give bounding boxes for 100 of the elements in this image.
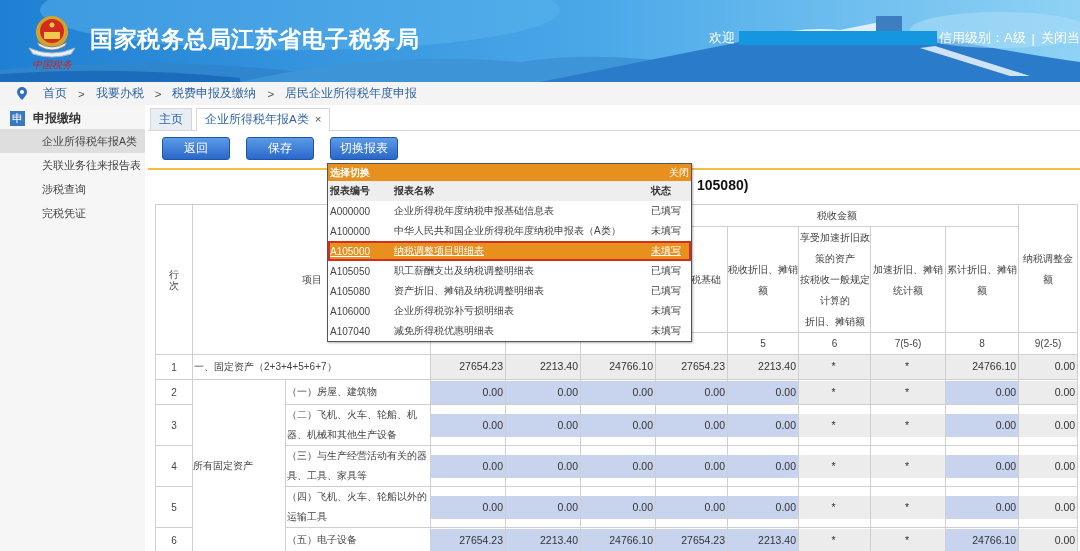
breadcrumb-link[interactable]: 我要办税 bbox=[95, 86, 144, 101]
report-code: A106000 bbox=[330, 305, 372, 317]
section-title: 申报缴纳 bbox=[33, 110, 81, 126]
input-field[interactable]: 0.00 bbox=[728, 380, 798, 404]
input-field[interactable]: 0.00 bbox=[431, 380, 505, 404]
sidebar-item[interactable]: 完税凭证 bbox=[0, 201, 145, 225]
column-header: 5 bbox=[727, 332, 799, 355]
separator: | bbox=[1031, 30, 1035, 46]
input-field[interactable]: 0.00 bbox=[506, 495, 580, 519]
input-field[interactable]: 0.00 bbox=[656, 413, 727, 437]
column-header: 9(2-5) bbox=[1018, 332, 1078, 355]
input-field[interactable]: 0.00 bbox=[656, 454, 727, 478]
input-field[interactable]: 0.00 bbox=[581, 380, 655, 404]
table-cell: 0.00 bbox=[1019, 413, 1078, 437]
input-field[interactable]: 0.00 bbox=[728, 495, 798, 519]
input-field[interactable]: 2213.40 bbox=[728, 528, 798, 551]
column-header: 纳税调整金额 bbox=[1018, 204, 1078, 333]
input-field[interactable]: 27654.23 bbox=[431, 528, 505, 551]
row-number: 4 bbox=[155, 445, 193, 487]
row-label: （二）飞机、火车、轮船、机器、机械和其他生产设备 bbox=[285, 404, 431, 446]
input-field[interactable]: 0.00 bbox=[506, 413, 580, 437]
row-label: （一）房屋、建筑物 bbox=[285, 379, 431, 405]
table-cell: 27654.23 bbox=[431, 355, 505, 379]
table-cell: * bbox=[799, 454, 870, 478]
input-field[interactable]: 0.00 bbox=[946, 413, 1019, 437]
input-field[interactable]: 0.00 bbox=[728, 454, 798, 478]
input-field[interactable]: 0.00 bbox=[656, 495, 727, 519]
column-header: 6 bbox=[798, 332, 871, 355]
input-field[interactable]: 2213.40 bbox=[506, 528, 580, 551]
report-code: A107040 bbox=[330, 325, 372, 337]
input-field[interactable]: 0.00 bbox=[506, 454, 580, 478]
table-cell: 27654.23 bbox=[656, 355, 727, 379]
input-field[interactable]: 0.00 bbox=[946, 380, 1019, 404]
breadcrumb-separator: > bbox=[267, 87, 275, 100]
column-header-line: 折旧、摊销额 bbox=[803, 315, 866, 329]
column-header-line: 享受加速折旧政 bbox=[799, 231, 870, 245]
table-cell: * bbox=[871, 454, 945, 478]
row-label: （三）与生产经营活动有关的器具、工具、家具等 bbox=[285, 445, 431, 487]
column-header: 税收折旧、摊销额 bbox=[727, 226, 799, 333]
logo-text: 中国税务 bbox=[32, 58, 72, 71]
toolbar-button[interactable]: 保存 bbox=[246, 137, 314, 160]
sidebar-item[interactable]: 涉税查询 bbox=[0, 177, 145, 201]
table-cell: * bbox=[871, 355, 945, 379]
column-header-line: 策的资产 bbox=[813, 252, 856, 266]
input-field[interactable]: 0.00 bbox=[431, 495, 505, 519]
row-number: 3 bbox=[155, 404, 193, 446]
input-field[interactable]: 24766.10 bbox=[946, 528, 1019, 551]
toolbar-button[interactable]: 切换报表 bbox=[330, 137, 398, 160]
sidebar-item[interactable]: 企业所得税年报A类 bbox=[0, 129, 145, 153]
table-cell: 2213.40 bbox=[728, 355, 798, 379]
table-cell: * bbox=[799, 495, 870, 519]
input-field[interactable]: 0.00 bbox=[431, 454, 505, 478]
sidebar-item[interactable]: 关联业务往来报告表 bbox=[0, 153, 145, 177]
input-field[interactable]: 0.00 bbox=[581, 454, 655, 478]
table-cell: 24766.10 bbox=[946, 355, 1019, 379]
table-cell: * bbox=[871, 413, 945, 437]
column-header: 报表编号 bbox=[330, 184, 371, 198]
table-cell: * bbox=[871, 495, 945, 519]
table-cell: 0.00 bbox=[1019, 495, 1078, 519]
location-pin-icon bbox=[17, 87, 27, 100]
breadcrumb-link[interactable]: 居民企业所得税年度申报 bbox=[285, 86, 418, 101]
row-number: 1 bbox=[155, 354, 193, 380]
popup-title: 选择切换 bbox=[330, 165, 370, 180]
table-cell: * bbox=[799, 380, 870, 404]
report-code: A105050 bbox=[330, 265, 372, 277]
close-tab-button[interactable]: × bbox=[314, 113, 322, 125]
table-cell: 0.00 bbox=[1019, 380, 1078, 404]
tab[interactable]: 企业所得税年报A类 × bbox=[196, 108, 331, 131]
input-field[interactable]: 0.00 bbox=[431, 413, 505, 437]
welcome-text: 欢迎 bbox=[708, 29, 735, 47]
breadcrumb-link[interactable]: 首页 bbox=[43, 86, 67, 101]
report-status: 已填写 bbox=[651, 204, 682, 218]
input-field[interactable]: 0.00 bbox=[581, 413, 655, 437]
input-field[interactable]: 0.00 bbox=[946, 495, 1019, 519]
input-field[interactable]: 0.00 bbox=[946, 454, 1019, 478]
row-label: 一、固定资产（2+3+4+5+6+7） bbox=[192, 354, 431, 380]
breadcrumb-link[interactable]: 税费申报及缴纳 bbox=[172, 86, 257, 101]
report-title: 105080) bbox=[697, 177, 749, 193]
row-number: 5 bbox=[155, 486, 193, 528]
column-header-line: 按税收一般规定 bbox=[799, 273, 870, 287]
credit-level: 信用级别：A级 bbox=[938, 29, 1026, 47]
tab[interactable]: 主页 bbox=[150, 108, 192, 130]
input-field[interactable]: 0.00 bbox=[506, 380, 580, 404]
table-cell: * bbox=[799, 528, 870, 551]
input-field[interactable]: 0.00 bbox=[656, 380, 727, 404]
section-icon: 申 bbox=[10, 110, 25, 126]
column-header: 行次 bbox=[155, 204, 193, 355]
column-header: 状态 bbox=[651, 184, 672, 198]
breadcrumb-separator: > bbox=[78, 87, 85, 100]
report-code: A105000 bbox=[330, 245, 372, 257]
input-field[interactable]: 27654.23 bbox=[656, 528, 727, 551]
table-cell: * bbox=[871, 528, 945, 551]
table-cell: 24766.10 bbox=[581, 355, 655, 379]
column-header-line: 计算的 bbox=[818, 294, 851, 308]
toolbar-button[interactable]: 返回 bbox=[162, 137, 230, 160]
input-field[interactable]: 0.00 bbox=[728, 413, 798, 437]
column-header: 8 bbox=[945, 332, 1019, 355]
column-header: 加速折旧、摊销统计额 bbox=[870, 226, 946, 333]
input-field[interactable]: 24766.10 bbox=[581, 528, 655, 551]
input-field[interactable]: 0.00 bbox=[581, 495, 655, 519]
